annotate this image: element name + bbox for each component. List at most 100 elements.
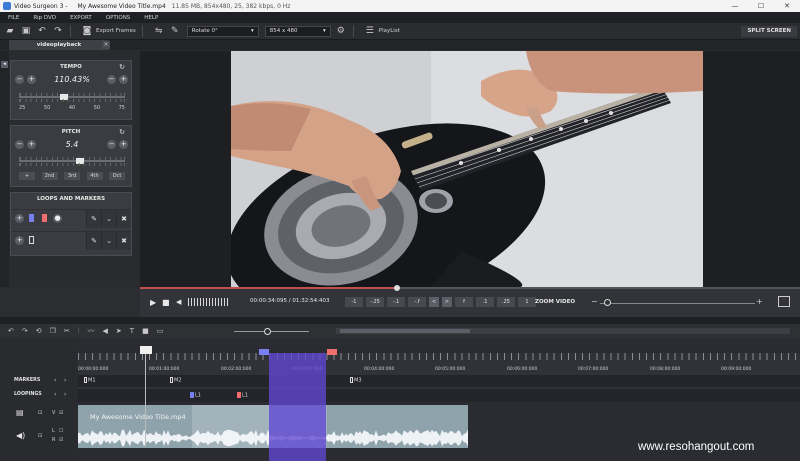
open-folder-icon[interactable]: ▰ xyxy=(4,25,16,37)
step-minus-1-button[interactable]: -1 xyxy=(345,297,363,307)
loop-start-handle[interactable] xyxy=(259,349,269,355)
delete-icon[interactable]: ✖ xyxy=(116,210,131,228)
pencil-icon[interactable]: ✎ xyxy=(86,232,101,250)
lock-icon[interactable]: ⊡ xyxy=(38,433,42,439)
redo-icon[interactable]: ↷ xyxy=(22,327,28,335)
chevron-right-icon[interactable]: › xyxy=(64,391,66,398)
step-minus-01-button[interactable]: -.1 xyxy=(387,297,405,307)
tempo-increase-icon[interactable]: + xyxy=(119,75,128,84)
zoom-video-knob[interactable] xyxy=(604,299,612,306)
marker-m2[interactable]: M2 xyxy=(170,377,182,384)
pitch-2nd-button[interactable]: 2nd xyxy=(41,172,58,180)
fullscreen-icon[interactable] xyxy=(778,296,790,307)
pitch-increase-icon[interactable]: + xyxy=(119,140,128,149)
active-loop-region[interactable] xyxy=(269,353,326,461)
progress-knob[interactable] xyxy=(394,285,401,291)
menu-file[interactable]: FILE xyxy=(8,15,19,21)
video-frame[interactable] xyxy=(231,51,703,287)
pencil-icon[interactable]: ✎ xyxy=(86,210,101,228)
split-screen-button[interactable]: SPLIT SCREEN xyxy=(741,26,797,37)
step-prev-button[interactable]: < xyxy=(429,297,439,307)
add-loop-icon[interactable]: + xyxy=(15,214,24,223)
clip-icon[interactable]: ▭ xyxy=(157,327,164,335)
pitch-reset-icon[interactable]: ↻ xyxy=(119,126,125,138)
text-icon[interactable]: T xyxy=(130,327,134,335)
step-plus-frame-button[interactable]: f xyxy=(455,297,473,307)
pitch-4th-button[interactable]: 4th xyxy=(86,172,103,180)
playhead-handle[interactable] xyxy=(140,346,152,354)
camera-icon[interactable]: ◙ xyxy=(81,25,93,37)
menu-rip-dvd[interactable]: Rip DVD xyxy=(33,15,56,21)
copy-icon[interactable]: ❐ xyxy=(50,327,56,335)
timeline-scrollbar[interactable] xyxy=(336,328,790,334)
export-frames-button[interactable]: Export Frames xyxy=(96,28,136,34)
video-track-checkbox[interactable]: ☑ xyxy=(59,410,63,416)
step-minus-frame-button[interactable]: -.f xyxy=(408,297,426,307)
pitch-oct-button[interactable]: Oct xyxy=(109,172,125,180)
loop-play-icon[interactable]: ● xyxy=(53,214,62,223)
step-minus-025-button[interactable]: -.25 xyxy=(366,297,384,307)
cursor-icon[interactable]: ➤ xyxy=(116,327,122,335)
previous-marker-icon[interactable]: ◀ xyxy=(103,327,108,335)
markers-track[interactable]: M1 M2 M3 xyxy=(78,375,800,387)
chevron-down-icon[interactable]: ⌄ xyxy=(101,232,116,250)
pitch-slider[interactable] xyxy=(19,160,125,162)
chevron-left-icon[interactable]: ‹ xyxy=(54,391,56,398)
timeline-zoom-slider[interactable] xyxy=(234,331,309,332)
zoom-in-icon[interactable]: + xyxy=(756,297,763,306)
audio-right-checkbox[interactable]: ☑ xyxy=(59,437,63,443)
tempo-decrease-icon[interactable]: − xyxy=(107,75,116,84)
pitch-minus-icon[interactable]: − xyxy=(15,140,24,149)
chevron-left-icon[interactable]: ‹ xyxy=(54,377,56,384)
waveform-icon[interactable]: 〰 xyxy=(88,326,95,336)
volume-bars[interactable] xyxy=(188,298,228,306)
step-plus-01-button[interactable]: .1 xyxy=(476,297,494,307)
stop-icon[interactable]: ■ xyxy=(162,298,170,307)
step-next-button[interactable]: > xyxy=(442,297,452,307)
loop-icon[interactable]: ⟲ xyxy=(36,327,42,335)
add-marker-icon[interactable]: + xyxy=(15,236,24,245)
tab-close-button[interactable]: × xyxy=(102,41,110,49)
volume-icon[interactable]: ◀ xyxy=(176,298,181,306)
loop-l1-start[interactable]: L1 xyxy=(190,392,201,399)
audio-left-checkbox[interactable]: ☐ xyxy=(59,428,63,434)
save-icon[interactable]: ▣ xyxy=(20,25,32,37)
tempo-minus-icon[interactable]: − xyxy=(15,75,24,84)
resolution-select[interactable]: 854 x 480 ▾ xyxy=(264,25,331,37)
close-button[interactable]: ✕ xyxy=(774,0,800,12)
playlist-button[interactable]: PlayList xyxy=(379,28,400,34)
marker-m1[interactable]: M1 xyxy=(84,377,96,384)
chevron-down-icon[interactable]: ⌄ xyxy=(101,210,116,228)
menu-options[interactable]: OPTIONS xyxy=(106,15,131,21)
rotate-select[interactable]: Rotate 0° ▾ xyxy=(186,25,259,37)
play-icon[interactable]: ▶ xyxy=(150,298,156,307)
undo-icon[interactable]: ↶ xyxy=(8,327,14,335)
stop-square-icon[interactable]: ■ xyxy=(142,327,149,335)
pitch-plus-small-icon[interactable]: + xyxy=(27,140,36,149)
edit-icon[interactable]: ✎ xyxy=(169,25,181,37)
timeline-scroll-thumb[interactable] xyxy=(340,329,470,333)
cut-icon[interactable]: ✂ xyxy=(64,327,70,335)
loop-end-handle[interactable] xyxy=(327,349,337,355)
undo-icon[interactable]: ↶ xyxy=(36,25,48,37)
tempo-reset-icon[interactable]: ↻ xyxy=(119,61,125,73)
menu-help[interactable]: HELP xyxy=(144,15,158,21)
gear-icon[interactable]: ⚙ xyxy=(335,25,347,37)
redo-icon[interactable]: ↷ xyxy=(52,25,64,37)
chevron-right-icon[interactable]: › xyxy=(64,377,66,384)
menu-export[interactable]: EXPORT xyxy=(70,15,92,21)
split-icon[interactable]: ⫶ xyxy=(78,327,80,336)
collapse-panel-icon[interactable]: ◂ xyxy=(1,61,8,68)
zoom-video-slider[interactable] xyxy=(600,303,755,304)
playlist-icon[interactable]: ☰ xyxy=(364,25,376,37)
flip-icon[interactable]: ⇋ xyxy=(153,25,165,37)
minimize-button[interactable]: — xyxy=(722,0,748,12)
tempo-slider[interactable] xyxy=(19,96,125,98)
zoom-out-icon[interactable]: − xyxy=(591,297,598,306)
lock-icon[interactable]: ⊡ xyxy=(38,410,42,416)
loopings-track[interactable]: L1 L1 xyxy=(78,389,800,402)
tempo-plus-small-icon[interactable]: + xyxy=(27,75,36,84)
tab-videoplayback[interactable]: videoplayback xyxy=(9,40,109,50)
step-plus-025-button[interactable]: .25 xyxy=(497,297,515,307)
maximize-button[interactable]: ☐ xyxy=(748,0,774,12)
